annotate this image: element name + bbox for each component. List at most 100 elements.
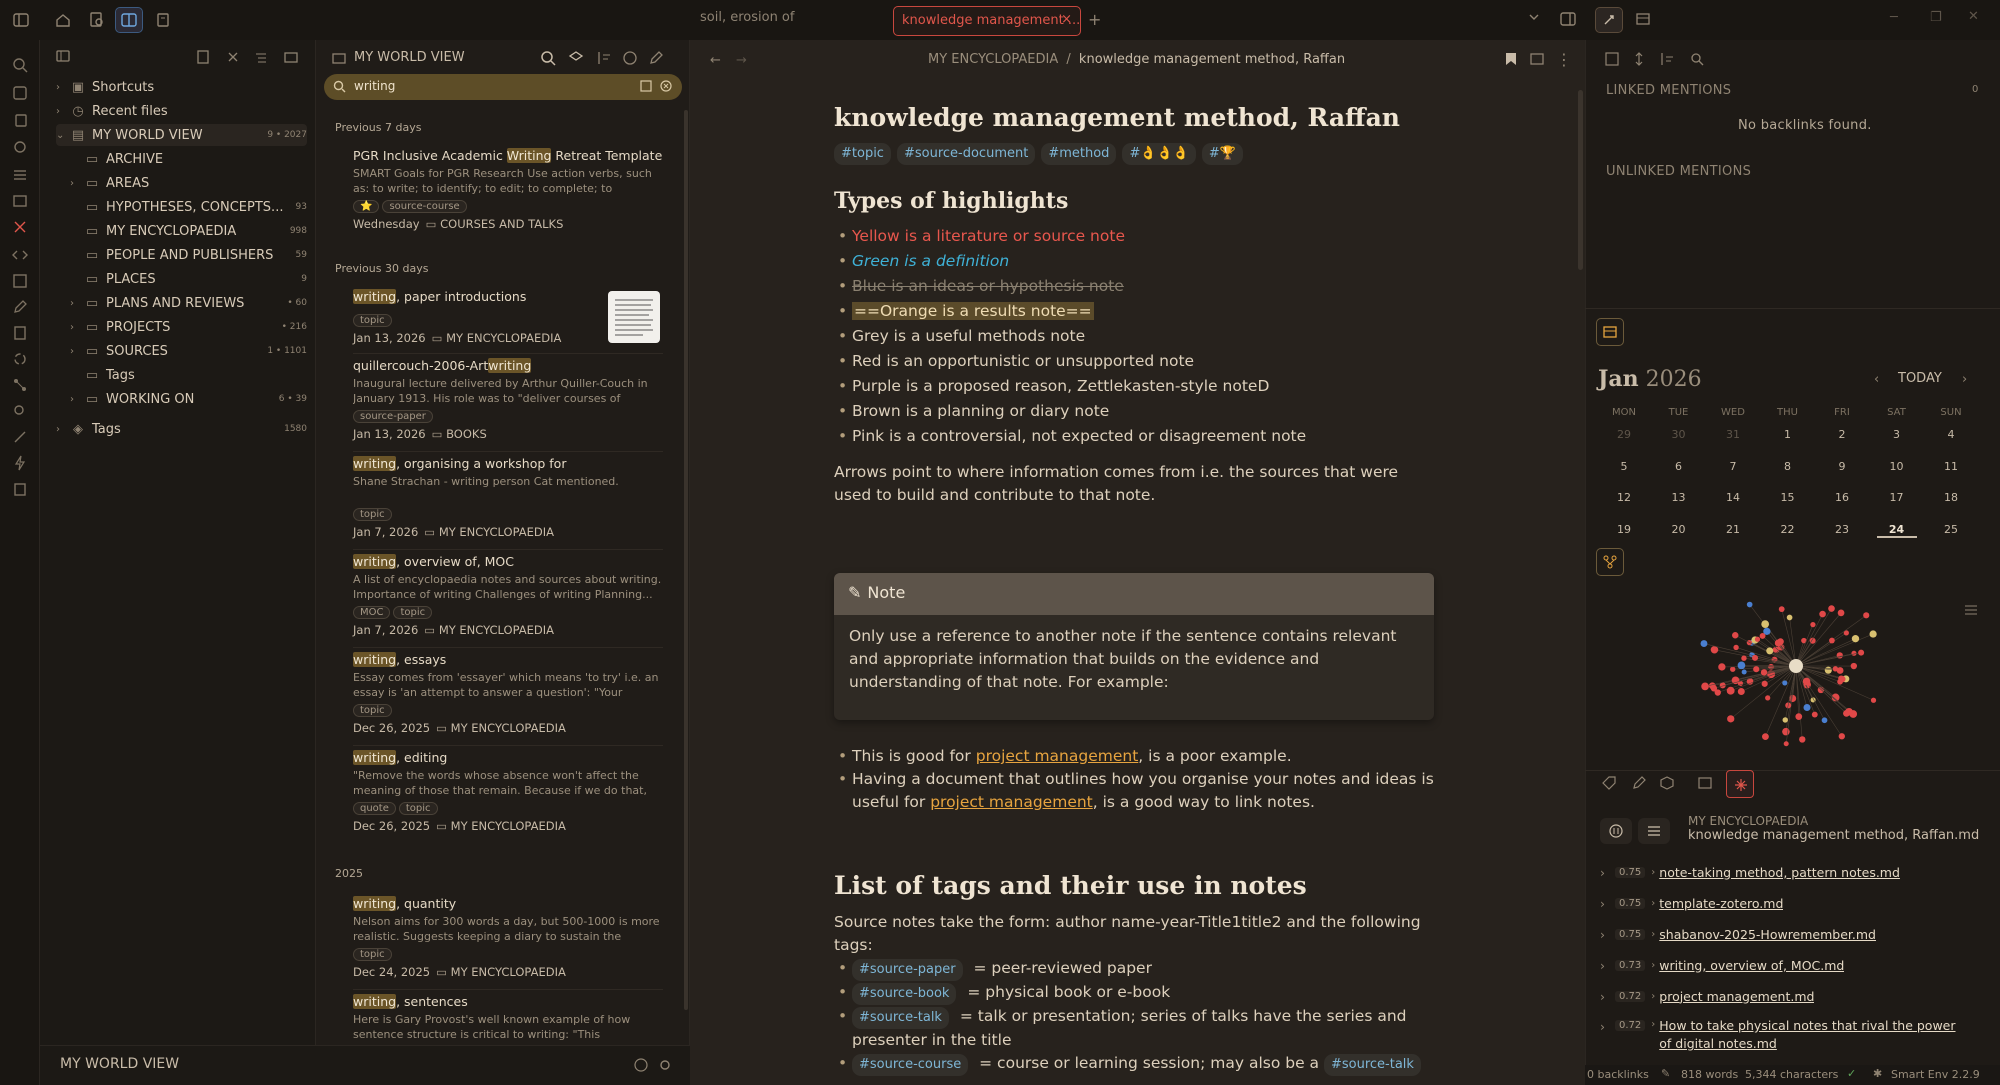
graph-node[interactable] <box>1828 605 1835 612</box>
connection-name[interactable]: How to take physical notes that rival th… <box>1659 1017 1959 1053</box>
gear-icon[interactable] <box>11 138 29 156</box>
list-icon[interactable] <box>11 166 29 184</box>
tree-item-sources[interactable]: › ▭ SOURCES 1 • 1101 <box>70 340 307 362</box>
graph-settings-icon[interactable] <box>1964 604 1978 616</box>
book-icon[interactable] <box>11 324 29 342</box>
tree-item-recent-files[interactable]: › ◷ Recent files <box>56 100 307 122</box>
calendar-day[interactable]: 5 <box>1604 460 1644 473</box>
new-tab-icon[interactable]: + <box>1088 10 1101 29</box>
search-result[interactable]: writing, editing "Remove the words whose… <box>353 750 663 833</box>
graph-node[interactable] <box>1778 606 1785 613</box>
tree-item-areas[interactable]: › ▭ AREAS <box>70 172 307 194</box>
tag-source-book[interactable]: #source-book <box>852 983 957 1005</box>
graph-node[interactable] <box>1741 655 1747 661</box>
layers-icon[interactable] <box>568 50 584 66</box>
calendar-day[interactable]: 15 <box>1768 491 1808 504</box>
search-result[interactable]: writing, quantity Nelson aims for 300 wo… <box>353 896 663 979</box>
breadcrumb-note[interactable]: knowledge management method, Raffan <box>1079 52 1345 67</box>
graph-node[interactable] <box>1811 711 1818 718</box>
search-result[interactable]: writing, sentences Here is Gary Provost'… <box>353 994 663 1042</box>
pen-icon[interactable] <box>11 428 29 446</box>
graph-node[interactable] <box>1799 736 1806 743</box>
tab-soil-erosion[interactable]: soil, erosion of <box>700 10 794 25</box>
graph-node[interactable] <box>1851 635 1860 643</box>
graph-node[interactable] <box>1838 675 1845 682</box>
graph-node[interactable] <box>1730 666 1736 672</box>
graph-node[interactable] <box>1701 682 1709 691</box>
linked-mentions-header[interactable]: LINKED MENTIONS <box>1606 83 1731 98</box>
settings-icon[interactable] <box>658 1058 672 1072</box>
search-result[interactable]: writing, overview of, MOC A list of ency… <box>353 554 663 637</box>
editor-scrollbar[interactable] <box>1578 90 1583 270</box>
connection-item[interactable]: › 0.73 › writing, overview of, MOC.md <box>1600 953 1980 977</box>
calendar-day[interactable]: 31 <box>1713 428 1753 441</box>
forward-arrow-icon[interactable]: → <box>736 53 747 68</box>
unlinked-mentions-header[interactable]: UNLINKED MENTIONS <box>1606 164 1751 179</box>
tag-source-talk[interactable]: #source-talk <box>852 1007 949 1029</box>
calendar-day[interactable]: 18 <box>1931 491 1971 504</box>
scrollbar[interactable] <box>684 110 688 1010</box>
graph-node[interactable] <box>1819 610 1826 618</box>
graph-node[interactable] <box>1746 601 1753 608</box>
cube-icon[interactable] <box>1660 776 1674 790</box>
graph-node[interactable] <box>1869 630 1877 638</box>
window-close-icon[interactable]: ✕ <box>1968 9 1979 24</box>
tag-source-paper[interactable]: #source-paper <box>852 959 963 981</box>
calendar-day[interactable]: 24 <box>1876 523 1917 538</box>
maximize-icon[interactable]: ❐ <box>1930 10 1942 25</box>
tree-item-shortcuts[interactable]: › ▣ Shortcuts <box>56 76 307 98</box>
graph-node[interactable] <box>1765 695 1771 701</box>
prev-month-icon[interactable]: ‹ <box>1874 372 1879 387</box>
graph-node[interactable] <box>1786 614 1793 621</box>
smart-connections-button[interactable] <box>1726 770 1754 798</box>
search-result[interactable]: PGR Inclusive Academic Writing Retreat T… <box>353 148 663 231</box>
tag-icon[interactable] <box>1602 776 1616 790</box>
graph-node[interactable] <box>1803 703 1811 712</box>
search-result[interactable]: quillercouch-2006-Artwriting Inaugural l… <box>353 358 663 441</box>
graph-node[interactable] <box>1782 717 1788 723</box>
calendar-button[interactable] <box>1596 318 1624 346</box>
right-sidebar-toggle-icon[interactable] <box>1560 12 1576 26</box>
calendar-day[interactable]: 8 <box>1768 460 1808 473</box>
internal-link[interactable]: project management <box>930 793 1093 811</box>
search-input[interactable]: writing <box>324 74 682 100</box>
tree-item-plans[interactable]: › ▭ PLANS AND REVIEWS • 60 <box>70 292 307 314</box>
graph-node[interactable] <box>1737 687 1745 696</box>
graph-node[interactable] <box>1774 639 1782 647</box>
graph-node[interactable] <box>1737 661 1746 670</box>
calendar-day[interactable]: 22 <box>1768 523 1808 536</box>
connection-item[interactable]: › 0.75 › note-taking method, pattern notes.… <box>1600 860 1980 884</box>
code-icon[interactable] <box>11 246 29 264</box>
sidebar-toggle-icon[interactable] <box>8 8 34 32</box>
search-icon[interactable] <box>1690 52 1704 66</box>
graph-node[interactable] <box>1741 669 1747 675</box>
connection-item[interactable]: › 0.75 › template-zotero.md <box>1600 891 1980 915</box>
tag-trophy[interactable]: #🏆 <box>1201 143 1243 165</box>
zoom-icon[interactable] <box>11 402 29 420</box>
sort-x-icon[interactable] <box>226 50 240 64</box>
graph-node[interactable] <box>1754 636 1761 642</box>
tree-item-places[interactable]: ▭ PLACES 9 <box>70 268 307 290</box>
search-icon[interactable] <box>540 50 556 66</box>
graph-node[interactable] <box>1832 666 1839 672</box>
graph-node[interactable] <box>1752 654 1759 661</box>
pen-tool-icon[interactable] <box>1632 776 1646 790</box>
tag-source-course[interactable]: #source-course <box>852 1054 969 1076</box>
tree-item-projects[interactable]: › ▭ PROJECTS • 216 <box>70 316 307 338</box>
tag-topic[interactable]: #topic <box>834 143 891 165</box>
match-case-icon[interactable] <box>640 80 652 92</box>
graph-node[interactable] <box>1850 662 1858 670</box>
bolt-icon[interactable] <box>11 454 29 472</box>
minimize-icon[interactable]: ─ <box>1890 10 1898 25</box>
search-result[interactable]: writing, organising a workshop for Shane… <box>353 456 663 539</box>
calendar-day[interactable]: 20 <box>1659 523 1699 536</box>
layout-icon[interactable] <box>115 7 143 33</box>
tree-item-my-encyclopaedia[interactable]: ▭ MY ENCYCLOPAEDIA 998 <box>70 220 307 242</box>
new-folder-icon[interactable] <box>284 50 298 64</box>
connection-item[interactable]: › 0.72 › project management.md <box>1600 984 1980 1008</box>
graph-node[interactable] <box>1726 686 1735 695</box>
calendar-day[interactable]: 4 <box>1931 428 1971 441</box>
tree-item-archive[interactable]: ▭ ARCHIVE <box>70 148 307 170</box>
menu-button[interactable] <box>1638 818 1670 844</box>
internal-link[interactable]: project management <box>976 747 1139 765</box>
